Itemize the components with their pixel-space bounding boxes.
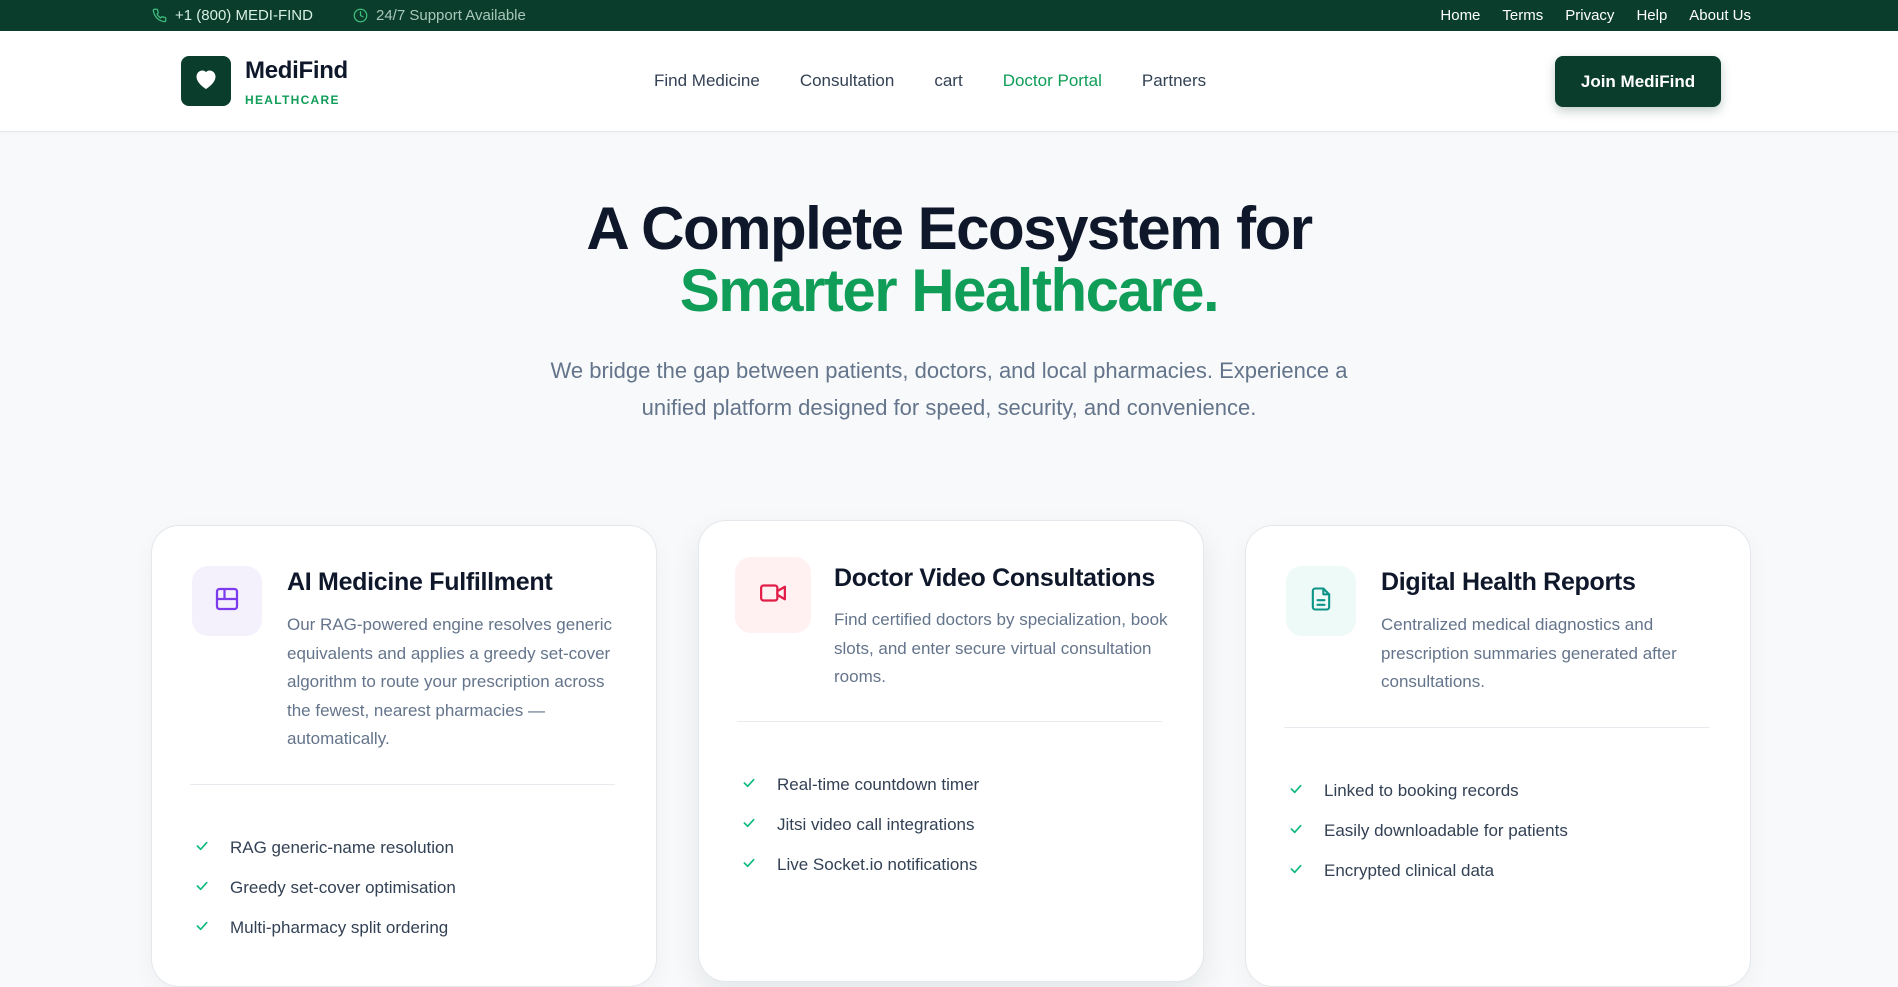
- feature-description: Our RAG-powered engine resolves generic …: [287, 615, 613, 748]
- check-icon: [194, 918, 230, 939]
- bullet-text: RAG generic-name resolution: [230, 838, 454, 857]
- feature-description: Find certified doctors by specialization…: [834, 610, 1168, 686]
- check-icon: [1288, 861, 1324, 882]
- check-icon: [741, 775, 777, 796]
- heart-icon: [194, 68, 218, 95]
- video-icon: [758, 578, 788, 613]
- feature-card-video-consultations: Doctor Video Consultations Find certifie…: [698, 520, 1204, 982]
- hero-title-line2: Smarter Healthcare.: [679, 257, 1220, 324]
- feature-icon-box: [192, 566, 262, 636]
- bullet-text: Greedy set-cover optimisation: [230, 878, 456, 897]
- top-link-terms[interactable]: Terms: [1502, 7, 1543, 24]
- phone-icon: [152, 8, 167, 23]
- main-nav: Find Medicine Consultation cart Doctor P…: [654, 31, 1206, 131]
- feature-description: Centralized medical diagnostics and pres…: [1381, 615, 1677, 691]
- layout-icon: [212, 584, 242, 619]
- bullet-text: Live Socket.io notifications: [777, 855, 978, 874]
- feature-icon-box: [1286, 566, 1356, 636]
- feature-bullet-list: Linked to booking records Easily downloa…: [1288, 771, 1568, 891]
- file-text-icon: [1307, 585, 1335, 618]
- feature-card-health-reports: Digital Health Reports Centralized medic…: [1245, 525, 1751, 987]
- top-link-privacy[interactable]: Privacy: [1565, 7, 1614, 24]
- nav-cart[interactable]: cart: [934, 71, 962, 91]
- feature-divider: [190, 784, 615, 785]
- top-links: Home Terms Privacy Help About Us: [1440, 0, 1751, 31]
- list-item: Encrypted clinical data: [1288, 851, 1568, 891]
- site-header: MediFind HEALTHCARE Find Medicine Consul…: [0, 31, 1898, 132]
- top-link-about-us[interactable]: About Us: [1689, 7, 1751, 24]
- bullet-text: Jitsi video call integrations: [777, 815, 975, 834]
- nav-consultation[interactable]: Consultation: [800, 71, 895, 91]
- feature-title: Digital Health Reports: [1381, 568, 1636, 596]
- list-item: Linked to booking records: [1288, 771, 1568, 811]
- bullet-text: Easily downloadable for patients: [1324, 821, 1568, 840]
- bullet-text: Linked to booking records: [1324, 781, 1519, 800]
- check-icon: [741, 855, 777, 876]
- check-icon: [194, 838, 230, 859]
- list-item: Jitsi video call integrations: [741, 805, 979, 845]
- list-item: Easily downloadable for patients: [1288, 811, 1568, 851]
- feature-icon-box: [735, 557, 811, 633]
- phone-contact[interactable]: +1 (800) MEDI-FIND: [152, 0, 313, 31]
- check-icon: [194, 878, 230, 899]
- brand-logo[interactable]: [181, 56, 231, 106]
- nav-find-medicine[interactable]: Find Medicine: [654, 71, 760, 91]
- brand-tagline: HEALTHCARE: [245, 93, 340, 107]
- support-text: 24/7 Support Available: [376, 7, 526, 24]
- join-button[interactable]: Join MediFind: [1555, 56, 1721, 107]
- hero-subtitle: We bridge the gap between patients, doct…: [550, 358, 1348, 420]
- bullet-text: Multi-pharmacy split ordering: [230, 918, 449, 937]
- check-icon: [741, 815, 777, 836]
- list-item: Real-time countdown timer: [741, 765, 979, 805]
- hero-title-line1: A Complete Ecosystem for: [586, 195, 1313, 262]
- bullet-text: Real-time countdown timer: [777, 775, 980, 794]
- brand-name[interactable]: MediFind: [245, 57, 348, 85]
- feature-title: AI Medicine Fulfillment: [287, 568, 553, 596]
- check-icon: [1288, 821, 1324, 842]
- support-info: 24/7 Support Available: [353, 0, 526, 31]
- top-link-help[interactable]: Help: [1636, 7, 1667, 24]
- clock-icon: [353, 8, 368, 23]
- list-item: RAG generic-name resolution: [194, 828, 456, 868]
- feature-card-ai-fulfillment: AI Medicine Fulfillment Our RAG-powered …: [151, 525, 657, 987]
- bullet-text: Encrypted clinical data: [1324, 861, 1495, 880]
- feature-title: Doctor Video Consultations: [834, 564, 1155, 592]
- list-item: Live Socket.io notifications: [741, 845, 979, 885]
- list-item: Multi-pharmacy split ordering: [194, 908, 456, 948]
- feature-divider: [737, 721, 1162, 722]
- top-bar: +1 (800) MEDI-FIND 24/7 Support Availabl…: [0, 0, 1898, 31]
- nav-doctor-portal[interactable]: Doctor Portal: [1003, 71, 1102, 91]
- check-icon: [1288, 781, 1324, 802]
- feature-bullet-list: Real-time countdown timer Jitsi video ca…: [741, 765, 979, 885]
- feature-divider: [1284, 727, 1709, 728]
- nav-partners[interactable]: Partners: [1142, 71, 1206, 91]
- phone-number: +1 (800) MEDI-FIND: [175, 7, 313, 24]
- top-link-home[interactable]: Home: [1440, 7, 1480, 24]
- list-item: Greedy set-cover optimisation: [194, 868, 456, 908]
- feature-bullet-list: RAG generic-name resolution Greedy set-c…: [194, 828, 456, 948]
- hero-title: A Complete Ecosystem for Smarter Healthc…: [0, 198, 1898, 322]
